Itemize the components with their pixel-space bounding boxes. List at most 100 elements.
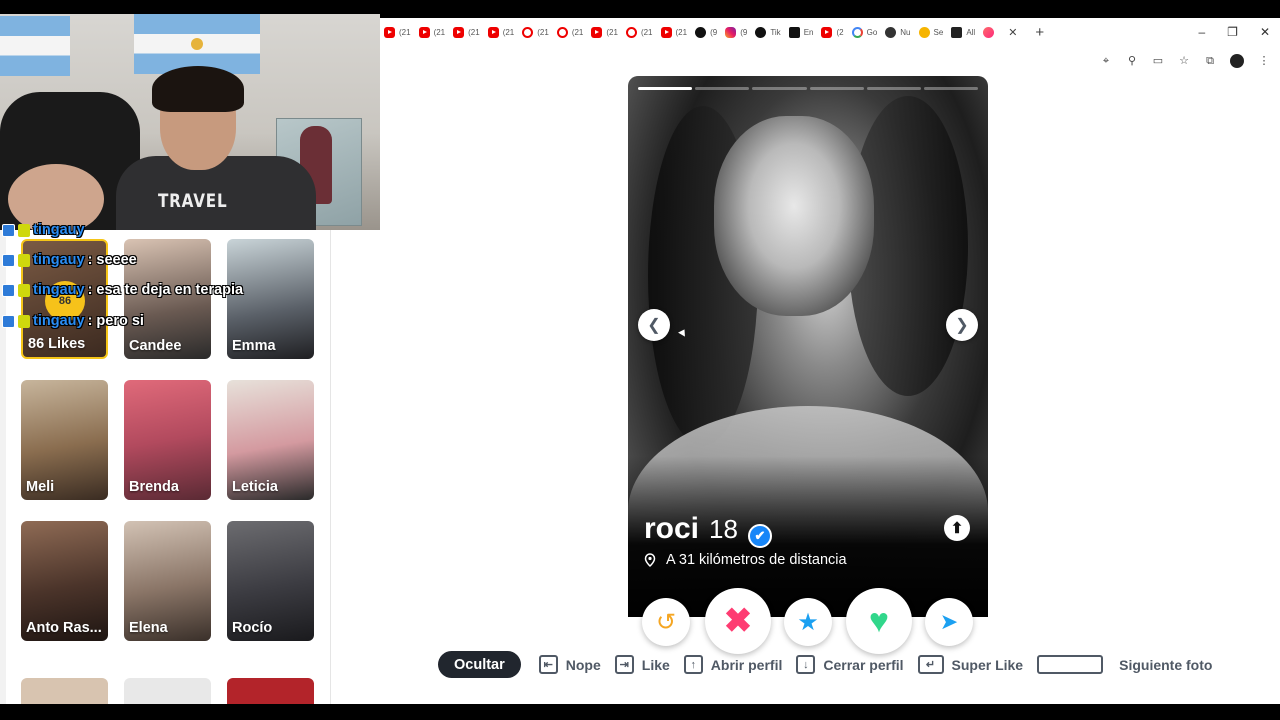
open-profile-button[interactable]: ⬆ [944, 515, 970, 541]
hint-super-like-label: Super Like [951, 656, 1024, 673]
hide-hints-button[interactable]: Ocultar [438, 651, 521, 678]
screen: (21 (21 (21 (21 (21 (21 (21 (21 (21 (9 (9 Tik En (2 Go… [0, 0, 1280, 720]
profile-card[interactable]: ❮ ❯ roci 18 ✔ A 31 kilómetros de distanc… [628, 76, 988, 617]
verified-badge-icon: ✔ [747, 524, 772, 548]
bookmark-star-icon[interactable]: ☆ [1178, 55, 1190, 67]
browser-tab[interactable]: (21 [415, 22, 450, 42]
browser-tab[interactable]: All [947, 22, 979, 42]
instagram-icon [725, 26, 737, 38]
location-icon[interactable]: ⌖ [1100, 55, 1112, 67]
browser-tab[interactable]: (21 [587, 22, 622, 42]
photo-progress-segment [923, 87, 979, 90]
close-window-icon[interactable]: ✕ [1260, 25, 1270, 39]
browser-tab[interactable]: (21 [449, 22, 484, 42]
youtube-ring-icon [625, 26, 637, 38]
tab-label: (21 [675, 27, 688, 37]
platform-icon [2, 223, 15, 237]
profile-distance-row: A 31 kilómetros de distancia [644, 552, 847, 568]
browser-tabbar: (21 (21 (21 (21 (21 (21 (21 (21 (21 (9 (9 Tik En (2 Go… [380, 18, 1280, 46]
tab-label: (21 [537, 27, 549, 37]
chat-text: : seeee [87, 252, 137, 268]
flag-left [0, 16, 70, 76]
photo-progress-segment [809, 87, 864, 90]
hint-like-label: Like [641, 656, 670, 673]
browser-tab[interactable]: (21 [553, 22, 588, 42]
google-icon [851, 26, 863, 38]
enter-key-icon: ↵ [917, 655, 944, 674]
profile-grid-name: Emma [232, 338, 276, 354]
nu-icon [885, 26, 897, 38]
browser-tab[interactable]: ✕ [979, 22, 1022, 42]
hint-super-like: ↵ Super Like [917, 655, 1024, 674]
profile-avatar[interactable] [1230, 54, 1244, 68]
browser-tab[interactable]: (21 [518, 22, 553, 42]
threads-icon [695, 26, 707, 38]
zoom-icon[interactable]: ⚲ [1126, 55, 1138, 67]
profile-distance: A 31 kilómetros de distancia [666, 552, 847, 568]
menu-kebab-icon[interactable]: ⋮ [1258, 55, 1270, 67]
prev-photo-button[interactable]: ❮ [638, 309, 670, 341]
arrow-left-key-icon: ⇤ [538, 655, 558, 674]
profile-grid-name: Rocío [232, 620, 273, 636]
hint-next-photo-label: Siguiente foto [1119, 656, 1213, 673]
next-photo-button[interactable]: ❯ [946, 309, 978, 341]
new-tab-icon[interactable]: + [1035, 24, 1044, 41]
photo-progress-segment [866, 87, 921, 90]
browser-tab[interactable]: En [785, 22, 818, 42]
chevron-right-icon: ❯ [955, 317, 969, 334]
like-button[interactable]: ♥ [846, 588, 912, 654]
profile-grid-card[interactable]: Brenda [124, 380, 211, 500]
hint-like: ⇥ Like [614, 655, 670, 674]
profile-grid-name: Candee [129, 338, 182, 354]
browser-tab[interactable]: (21 [657, 22, 692, 42]
extensions-icon[interactable]: ⧉ [1204, 55, 1216, 67]
nope-button[interactable]: ✖ [705, 588, 771, 654]
tab-label: All [966, 27, 976, 37]
close-tab-icon[interactable]: ✕ [1008, 26, 1017, 39]
browser-tab[interactable]: Se [915, 22, 948, 42]
minimize-icon[interactable]: – [1198, 25, 1205, 39]
subscriber-badge-icon [18, 283, 30, 297]
chat-username: tingauy [33, 252, 85, 268]
browser-tab[interactable]: (2 [817, 22, 847, 42]
browser-tab[interactable]: (9 [721, 22, 751, 42]
arrow-up-icon: ⬆ [950, 520, 964, 537]
rewind-button[interactable]: ↺ [642, 598, 690, 646]
profile-grid-card[interactable]: Rocío [227, 521, 314, 641]
tab-label: (21 [433, 27, 446, 37]
profile-grid-card[interactable]: Emma [227, 239, 314, 359]
profile-grid-card[interactable]: Meli [21, 380, 108, 500]
cast-icon[interactable]: ▭ [1152, 55, 1164, 67]
photo-progress-segment [752, 87, 807, 90]
browser-tab[interactable]: (21 [622, 22, 657, 42]
profile-grid-card[interactable] [227, 678, 314, 704]
profile-grid-card[interactable] [124, 678, 211, 704]
profile-grid-card[interactable]: Anto Ras... [21, 521, 108, 641]
github-icon [951, 26, 963, 38]
profile-grid-card[interactable]: Candee [124, 239, 211, 359]
boost-button[interactable]: ➤ [925, 598, 973, 646]
profile-grid-card[interactable] [21, 678, 108, 704]
profile-name-row: roci 18 ✔ [644, 512, 772, 548]
youtube-icon [821, 26, 833, 38]
browser-tab[interactable]: (9 [691, 22, 721, 42]
browser-tab[interactable]: Go [848, 22, 882, 42]
flag-argentina [134, 14, 260, 74]
super-like-button[interactable]: ★ [784, 598, 832, 646]
heart-icon: ♥ [868, 601, 890, 640]
browser-tab[interactable]: Tik [751, 22, 784, 42]
tab-label: (9 [710, 27, 718, 37]
browser-tab[interactable]: (21 [380, 22, 415, 42]
platform-icon [2, 283, 15, 297]
profile-name: roci [644, 512, 700, 545]
photo-progress-segment [638, 87, 693, 90]
threads-icon [755, 26, 767, 38]
tab-label: (21 [571, 27, 584, 37]
browser-tab[interactable]: Nu [881, 22, 914, 42]
profile-grid-card[interactable]: Elena [124, 521, 211, 641]
subscriber-badge-icon [18, 223, 30, 237]
restore-icon[interactable]: ❐ [1227, 25, 1238, 39]
profile-grid-card[interactable]: Leticia [227, 380, 314, 500]
browser-tab[interactable]: (21 [484, 22, 519, 42]
tab-label: Nu [900, 27, 911, 37]
